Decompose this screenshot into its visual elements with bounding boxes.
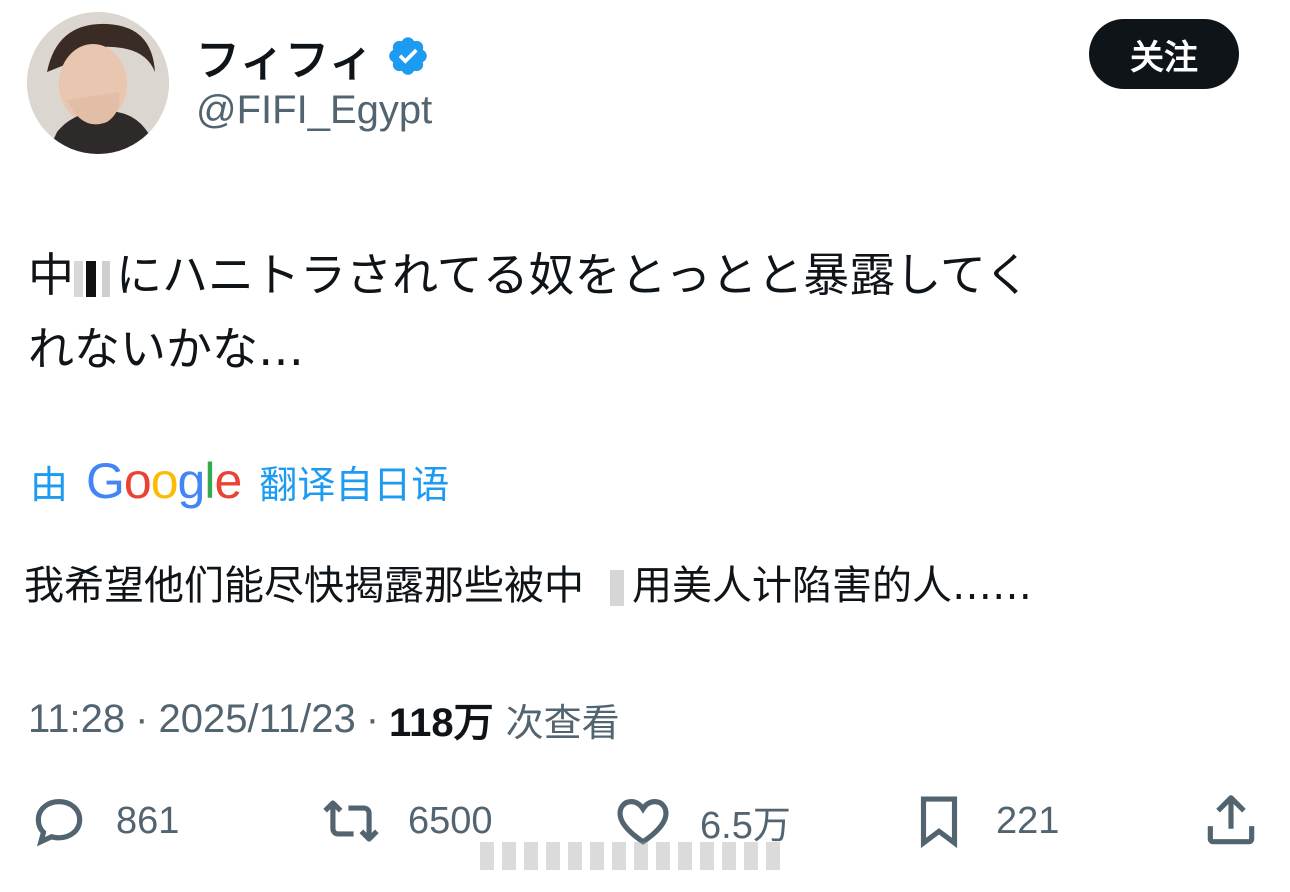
retweet-button[interactable]: 6500 [320,790,493,852]
redaction-mark [102,260,110,297]
tweet-text-part2: にハニトラされてる奴をとっとと暴露してく [116,248,1031,302]
avatar[interactable] [27,12,169,154]
google-logo: Google [86,453,242,509]
share-button[interactable] [1200,790,1262,852]
share-icon [1207,795,1255,845]
avatar-image [27,12,169,154]
tweet-meta: 11:28 · 2025/11/23 · 118万 次查看 [28,690,620,748]
bookmark-button[interactable]: 221 [908,790,1059,852]
like-count: 6.5万 [700,804,791,847]
reply-button[interactable]: 861 [28,790,179,852]
translation-attribution[interactable]: 由 Google 翻译自日语 [30,452,449,510]
redaction-mark [610,570,624,606]
translated-text-part2: 用美人计陷害的人…… [632,563,1032,609]
tweet-text: 中にハニトラされてる奴をとっとと暴露してく れないかな… [28,238,1248,386]
follow-button[interactable]: 关注 [1089,19,1239,89]
tweet-text-part1: 中 [28,248,74,302]
redaction-mark [74,260,96,297]
user-name-row[interactable]: フィフィ [196,24,430,88]
tweet-time[interactable]: 11:28 [28,697,125,742]
display-name[interactable]: フィフィ [196,24,374,88]
reply-icon [35,799,83,847]
tweet-date[interactable]: 2025/11/23 [158,697,355,742]
watermark [480,842,780,870]
translation-suffix: 翻译自日语 [259,462,450,507]
separator-dot: · [135,696,149,741]
translation-prefix: 由 [30,462,69,507]
retweet-count: 6500 [408,799,493,842]
verified-badge-icon [389,37,428,75]
view-count: 118万 [389,701,494,745]
translated-text-part1: 我希望他们能尽快揭露那些被中 [24,563,584,609]
tweet-text-part3: れないかな… [28,322,304,376]
user-handle[interactable]: @FIFI_Egypt [196,88,432,133]
bookmark-icon [920,796,958,849]
separator-dot: · [365,696,380,741]
reply-count: 861 [116,799,180,842]
retweet-icon [323,800,379,842]
bookmark-count: 221 [996,799,1060,842]
translated-text: 我希望他们能尽快揭露那些被中 用美人计陷害的人…… [24,556,1264,616]
view-label: 次查看 [505,700,620,745]
